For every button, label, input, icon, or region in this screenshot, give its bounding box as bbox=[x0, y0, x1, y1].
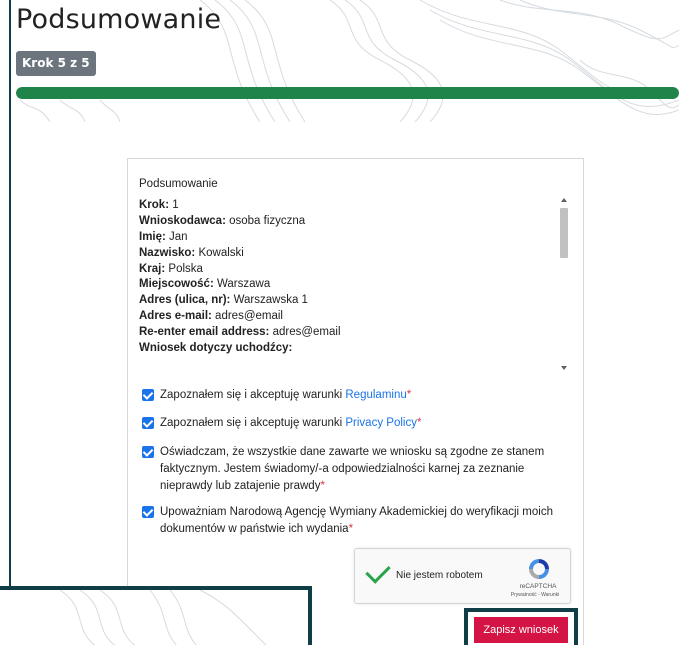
summary-row-label: Nazwisko: bbox=[139, 246, 196, 259]
summary-row-value: Jan bbox=[165, 230, 188, 243]
recaptcha-brand: reCAPTCHA bbox=[519, 583, 557, 590]
summary-row-label: Wnioskodawca: bbox=[139, 214, 226, 227]
scroll-thumb[interactable] bbox=[560, 208, 568, 258]
summary-box[interactable]: Podsumowanie Krok: 1 Wnioskodawca: osoba … bbox=[139, 170, 571, 375]
summary-row: Krok: 1 bbox=[139, 198, 571, 214]
checkbox-checked-icon[interactable] bbox=[142, 417, 154, 429]
submit-highlight-frame: Zapisz wniosek bbox=[464, 608, 578, 645]
checkbox-checked-icon[interactable] bbox=[142, 389, 154, 401]
scroll-down-arrow-icon[interactable] bbox=[561, 366, 567, 370]
checkbox-checked-icon[interactable] bbox=[142, 506, 154, 518]
summary-row-label: Krok: bbox=[139, 198, 170, 211]
summary-row-value: adres@email bbox=[211, 310, 283, 323]
summary-scrollbar[interactable] bbox=[558, 196, 570, 374]
recaptcha-widget[interactable]: Nie jestem robotem reCAPTCHA Prywatność … bbox=[354, 548, 571, 604]
summary-row: Nazwisko: Kowalski bbox=[139, 246, 571, 262]
privacy-policy-link[interactable]: Privacy Policy bbox=[345, 417, 417, 429]
summary-row-label: Imię: bbox=[139, 230, 166, 243]
summary-row: Adres (ulica, nr): Warszawska 1 bbox=[139, 293, 571, 309]
summary-row-value: Kowalski bbox=[195, 246, 244, 259]
summary-row-value: 1 bbox=[169, 198, 179, 211]
recaptcha-logo-icon bbox=[529, 559, 549, 579]
overlay-topographic-pattern bbox=[59, 590, 267, 645]
summary-row: Imię: Jan bbox=[139, 230, 571, 246]
recaptcha-label: Nie jestem robotem bbox=[396, 570, 483, 581]
summary-row-value: Polska bbox=[165, 262, 203, 275]
consent-declaration[interactable]: Oświadczam, że wszystkie dane zawarte we… bbox=[142, 444, 567, 495]
consent-text: Zapoznałem się i akceptuję warunki Regul… bbox=[160, 389, 412, 401]
scroll-up-arrow-icon[interactable] bbox=[561, 198, 567, 202]
left-border bbox=[9, 0, 11, 645]
step-badge: Krok 5 z 5 bbox=[16, 51, 96, 76]
progress-fill bbox=[16, 87, 679, 99]
progress-bar bbox=[16, 87, 679, 99]
consent-regulamin[interactable]: Zapoznałem się i akceptuję warunki Regul… bbox=[142, 387, 562, 404]
regulamin-link[interactable]: Regulaminu bbox=[345, 389, 406, 401]
consent-text: Oświadczam, że wszystkie dane zawarte we… bbox=[160, 446, 545, 492]
summary-row: Miejscowość: Warszawa bbox=[139, 277, 571, 293]
consent-text: Zapoznałem się i akceptuję warunki Priva… bbox=[160, 417, 422, 429]
summary-row-value: Warszawska 1 bbox=[230, 294, 308, 307]
overlay-panel bbox=[0, 586, 312, 645]
summary-heading: Podsumowanie bbox=[139, 178, 218, 190]
checkbox-checked-icon[interactable] bbox=[142, 446, 154, 458]
page-title: Podsumowanie bbox=[16, 4, 222, 35]
summary-row-label: Adres (ulica, nr): bbox=[139, 294, 231, 307]
summary-row: Adres e-mail: adres@email bbox=[139, 309, 571, 325]
consent-verification[interactable]: Upoważniam Narodową Agencję Wymiany Akad… bbox=[142, 504, 567, 538]
consent-text: Upoważniam Narodową Agencję Wymiany Akad… bbox=[160, 506, 553, 535]
summary-row: Re-enter email address: adres@email bbox=[139, 325, 571, 341]
summary-row: Kraj: Polska bbox=[139, 262, 571, 278]
summary-row-label: Kraj: bbox=[139, 262, 166, 275]
summary-row-value: Warszawa bbox=[213, 278, 271, 291]
summary-row-label: Re-enter email address: bbox=[139, 326, 270, 339]
summary-row: Wnioskodawca: osoba fizyczna bbox=[139, 214, 571, 230]
summary-rows: Krok: 1 Wnioskodawca: osoba fizyczna Imię:… bbox=[139, 198, 571, 357]
consent-privacy-policy[interactable]: Zapoznałem się i akceptuję warunki Priva… bbox=[142, 415, 562, 432]
summary-row-label: Miejscowość: bbox=[139, 278, 214, 291]
summary-row-value: adres@email bbox=[269, 326, 341, 339]
recaptcha-links[interactable]: Prywatność - Warunki bbox=[499, 592, 571, 598]
submit-button[interactable]: Zapisz wniosek bbox=[474, 617, 568, 643]
summary-row-label: Adres e-mail: bbox=[139, 310, 212, 323]
recaptcha-checkmark-icon[interactable] bbox=[365, 558, 391, 584]
summary-row: Wniosek dotyczy uchodźcy: bbox=[139, 341, 571, 357]
summary-row-label: Wniosek dotyczy uchodźcy: bbox=[139, 342, 293, 355]
summary-row-value: osoba fizyczna bbox=[225, 214, 306, 227]
